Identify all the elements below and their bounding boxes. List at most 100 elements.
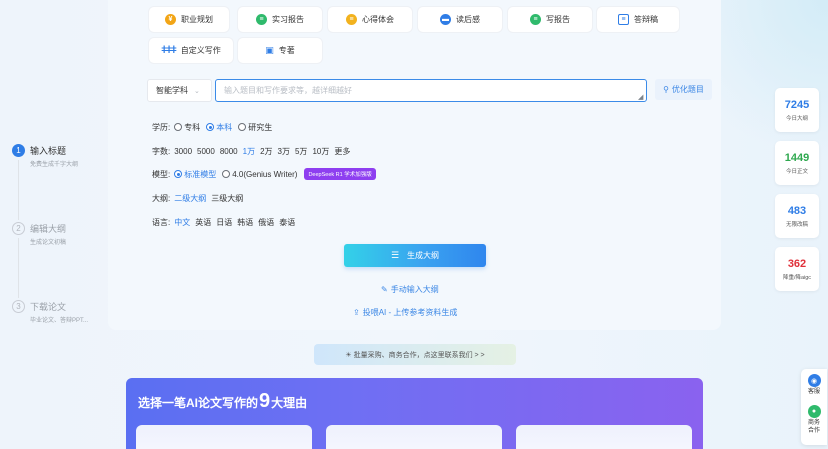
model-option-genius-writer[interactable]: 4.0(Genius Writer) (222, 170, 297, 179)
category-monograph[interactable]: ▣ 专著 (238, 38, 322, 63)
outline-option-selected[interactable]: 二级大纲 (174, 193, 206, 204)
category-internship-report[interactable]: ≡ 实习报告 (238, 7, 322, 32)
stat-label: 降重/降aigc (782, 274, 812, 281)
outline-label: 大纲: (152, 193, 171, 203)
category-label: 实习报告 (272, 15, 304, 24)
open-book-icon: ▣ (265, 45, 274, 55)
category-label: 读后感 (456, 15, 480, 24)
language-option[interactable]: 俄语 (258, 217, 274, 228)
step-connector (18, 238, 19, 298)
briefcase-icon: ¥ (165, 14, 176, 25)
report-icon: ≡ (256, 14, 267, 25)
radio-icon (238, 123, 247, 131)
stat-dedup-aigc: 362 降重/降aigc (775, 247, 819, 291)
chevron-down-icon: ⌄ (194, 87, 200, 95)
book-icon: ▬ (440, 14, 451, 25)
step-number: 2 (12, 222, 25, 235)
wordcount-option[interactable]: 10万 (312, 146, 329, 157)
radio-icon (222, 170, 231, 178)
language-option[interactable]: 泰语 (279, 217, 295, 228)
language-option[interactable]: 韩语 (237, 217, 253, 228)
option-label: 4.0(Genius Writer) (232, 169, 298, 179)
manual-outline-label: 手动输入大纲 (390, 285, 439, 294)
progress-steps: 1 输入标题 免费生成千字大纲 2 编辑大纲 生成论文初稿 3 下载论文 毕业论… (12, 142, 112, 376)
step-title: 下载论文 (30, 302, 67, 312)
stat-label: 今日正文 (785, 168, 808, 175)
model-option-standard[interactable]: 标准模型 (174, 169, 216, 180)
promo-title-prefix: 选择一笔AI论文写作的 (138, 396, 259, 410)
promo-card (136, 425, 312, 449)
business-cooperation-button[interactable]: ● 商务 合作 (801, 405, 827, 435)
list-icon: ☰ (390, 250, 400, 260)
subject-select-value: 智能学科 (156, 86, 188, 95)
category-write-report[interactable]: ≡ 写报告 (508, 7, 592, 32)
radio-icon (174, 123, 183, 131)
category-reflections[interactable]: ≡ 心得体会 (328, 7, 412, 32)
stat-today-outlines: 7245 今日大纲 (775, 88, 819, 132)
sliders-icon: ǂǂǂ (161, 45, 177, 56)
education-label: 学历: (152, 122, 171, 132)
step-number: 1 (12, 144, 25, 157)
category-custom-writing[interactable]: ǂǂǂ 自定义写作 (149, 38, 233, 63)
manual-outline-link[interactable]: ✎ 手动输入大纲 (381, 284, 439, 295)
notes-icon: ≡ (346, 14, 357, 25)
step-title: 输入标题 (30, 146, 67, 156)
edit-icon: ✎ (381, 285, 388, 294)
education-option-graduate[interactable]: 研究生 (238, 122, 272, 133)
model-label: 模型: (152, 169, 171, 179)
step-3: 3 下载论文 毕业论文、答辩PPT... (12, 298, 112, 376)
category-book-review[interactable]: ▬ 读后感 (418, 7, 502, 32)
write-report-icon: ≡ (530, 14, 541, 25)
wordcount-option[interactable]: 5000 (197, 147, 215, 156)
wordcount-option-selected[interactable]: 1万 (243, 146, 255, 157)
stat-value: 483 (787, 204, 807, 217)
promo-card (516, 425, 692, 449)
generate-label: 生成大纲 (407, 251, 440, 260)
service-icon: ◉ (807, 374, 821, 387)
subject-select[interactable]: 智能学科 ⌄ (147, 79, 212, 102)
education-row: 学历: 专科 本科 研究生 (152, 120, 278, 134)
customer-service-button[interactable]: ◉ 客服 (801, 374, 827, 396)
deepseek-badge: DeepSeek R1 学术加强版 (304, 168, 376, 180)
upload-reference-link[interactable]: ⇪ 投喂AI - 上传参考资料生成 (353, 307, 457, 318)
category-career-planning[interactable]: ¥ 职业规划 (149, 7, 229, 32)
outline-option[interactable]: 三级大纲 (211, 193, 243, 204)
step-title: 编辑大纲 (30, 224, 67, 234)
step-subtitle: 免费生成千字大纲 (30, 162, 79, 168)
wordcount-option-more[interactable]: 更多 (334, 146, 350, 157)
wordcount-option[interactable]: 3万 (278, 146, 290, 157)
stat-label: 今日大纲 (785, 115, 808, 122)
stat-value: 7245 (784, 98, 810, 111)
optimize-topic-button[interactable]: ⚲ 优化题目 (655, 79, 712, 100)
model-row: 模型: 标准模型 4.0(Genius Writer) DeepSeek R1 … (152, 167, 376, 181)
category-defense-speech[interactable]: ≡ 答辩稿 (597, 7, 679, 32)
step-1: 1 输入标题 免费生成千字大纲 (12, 142, 112, 220)
language-option-selected[interactable]: 中文 (174, 217, 190, 228)
wordcount-option[interactable]: 2万 (260, 146, 272, 157)
education-option-junior-college[interactable]: 专科 (174, 122, 200, 133)
topic-input[interactable] (215, 79, 647, 102)
resize-grip-icon[interactable]: ◢ (638, 93, 643, 101)
language-option[interactable]: 日语 (216, 217, 232, 228)
radio-checked-icon (174, 170, 183, 178)
reasons-promo-section: 选择一笔AI论文写作的 9 大理由 (126, 378, 703, 449)
option-label: 专科 (184, 122, 201, 132)
stat-today-body: 1449 今日正文 (775, 141, 819, 185)
document-icon: ≡ (618, 14, 629, 25)
category-label: 答辩稿 (634, 15, 658, 24)
step-connector (18, 160, 19, 220)
wordcount-option[interactable]: 8000 (220, 147, 238, 156)
category-label: 自定义写作 (180, 46, 221, 55)
stat-value: 1449 (784, 151, 810, 164)
promo-title-number: 9 (259, 390, 271, 412)
language-option[interactable]: 英语 (195, 217, 211, 228)
promo-title-suffix: 大理由 (271, 396, 308, 410)
generate-outline-button[interactable]: ☰ 生成大纲 (344, 244, 486, 267)
education-option-bachelor[interactable]: 本科 (206, 122, 232, 133)
business-contact-banner[interactable]: ☀ 批量采购、商务合作，点这里联系我们 > > (314, 344, 516, 365)
wordcount-option[interactable]: 3000 (174, 147, 192, 156)
promo-card (326, 425, 502, 449)
radio-checked-icon (206, 123, 215, 131)
wordcount-option[interactable]: 5万 (295, 146, 307, 157)
step-2: 2 编辑大纲 生成论文初稿 (12, 220, 112, 298)
